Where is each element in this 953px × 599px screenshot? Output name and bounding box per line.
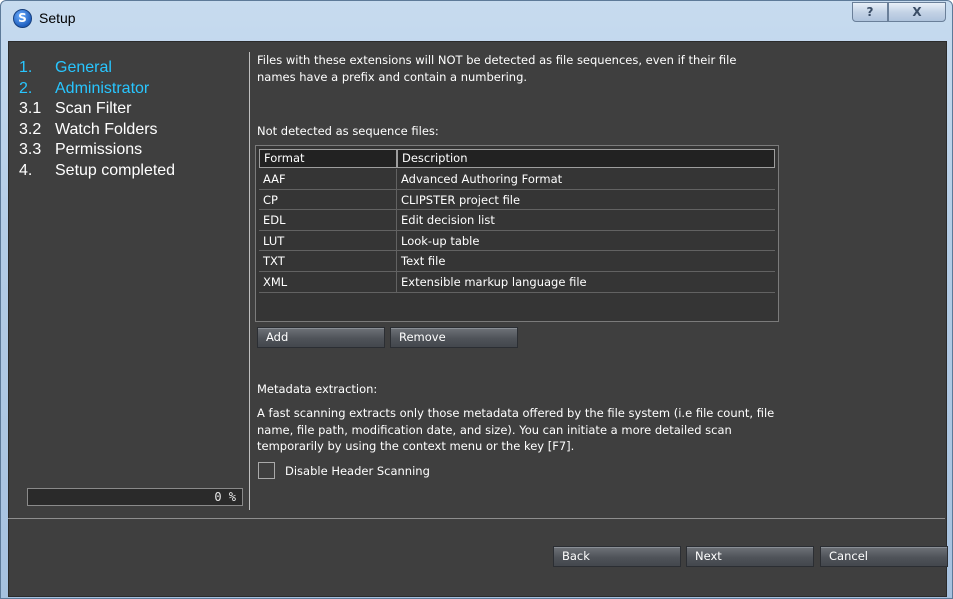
step-label: General — [55, 59, 112, 76]
step-label: Setup completed — [55, 161, 176, 179]
cell-description: Edit decision list — [401, 213, 495, 228]
cell-description: Advanced Authoring Format — [401, 172, 563, 186]
close-button[interactable]: X — [888, 2, 946, 22]
step-permissions: 3.3 Permissions — [19, 140, 175, 161]
vertical-divider — [249, 52, 250, 510]
setup-steps-list: 1. General 2. Administrator 3.1 Scan Filter… — [19, 58, 175, 182]
step-number: 1. — [19, 59, 33, 76]
cell-description: Look-up table — [401, 233, 480, 248]
column-header-description[interactable]: Description — [397, 149, 775, 168]
remove-button[interactable]: Remove — [390, 327, 518, 348]
table-caption: Not detected as sequence files: — [257, 124, 439, 138]
title-bar[interactable]: S Setup ? X — [1, 1, 952, 35]
step-scan-filter: 3.1 Scan Filter — [19, 99, 175, 120]
next-button[interactable]: Next — [686, 546, 814, 567]
cell-format: XML — [259, 272, 397, 292]
step-number: 4. — [19, 161, 33, 179]
step-watch-folders: 3.2 Watch Folders — [19, 120, 175, 141]
table-row[interactable]: XML Extensible markup language file — [259, 272, 775, 293]
table-header: Format Description — [259, 149, 775, 168]
step-setup-completed: 4. Setup completed — [19, 161, 175, 182]
disable-header-scanning-label[interactable]: Disable Header Scanning — [285, 463, 430, 480]
table-row[interactable]: EDL Edit decision list — [259, 210, 775, 231]
cell-description: CLIPSTER project file — [401, 192, 521, 207]
metadata-description: A fast scanning extracts only those meta… — [257, 406, 775, 453]
window-title: Setup — [39, 10, 76, 26]
cell-format: AAF — [259, 169, 397, 189]
back-button[interactable]: Back — [553, 546, 681, 567]
step-number: 3.3 — [19, 141, 42, 159]
table-row[interactable]: AAF Advanced Authoring Format — [259, 169, 775, 190]
setup-progress-bar: 0 % — [27, 488, 243, 506]
help-button[interactable]: ? — [852, 2, 888, 22]
cell-format: EDL — [259, 210, 397, 230]
step-label: Watch Folders — [55, 120, 158, 138]
step-label: Administrator — [55, 79, 150, 97]
disable-header-scanning-checkbox[interactable] — [258, 462, 275, 479]
progress-label: 0 % — [214, 490, 236, 504]
cancel-button[interactable]: Cancel — [820, 546, 948, 567]
cell-format: TXT — [259, 251, 397, 271]
step-general: 1. General — [19, 58, 175, 79]
cell-description: Text file — [401, 254, 446, 269]
step-administrator: 2. Administrator — [19, 79, 175, 100]
step-number: 3.1 — [19, 100, 42, 118]
step-label: Scan Filter — [55, 100, 132, 118]
table-row[interactable]: LUT Look-up table — [259, 230, 775, 252]
table-row[interactable]: CP CLIPSTER project file — [259, 189, 775, 211]
column-header-format[interactable]: Format — [259, 149, 397, 168]
horizontal-divider — [8, 518, 945, 519]
setup-app-icon: S — [13, 9, 32, 28]
step-number: 3.2 — [19, 120, 42, 138]
extensions-table: Format Description AAF Advanced Authorin… — [255, 145, 779, 322]
cell-format: LUT — [259, 230, 397, 251]
add-button[interactable]: Add — [257, 327, 385, 348]
metadata-heading: Metadata extraction: — [257, 382, 378, 396]
cell-description: Extensible markup language file — [401, 275, 587, 289]
cell-format: CP — [259, 189, 397, 210]
table-row[interactable]: TXT Text file — [259, 251, 775, 272]
intro-text: Files with these extensions will NOT be … — [257, 53, 737, 84]
step-number: 2. — [19, 79, 33, 97]
step-label: Permissions — [55, 141, 143, 159]
